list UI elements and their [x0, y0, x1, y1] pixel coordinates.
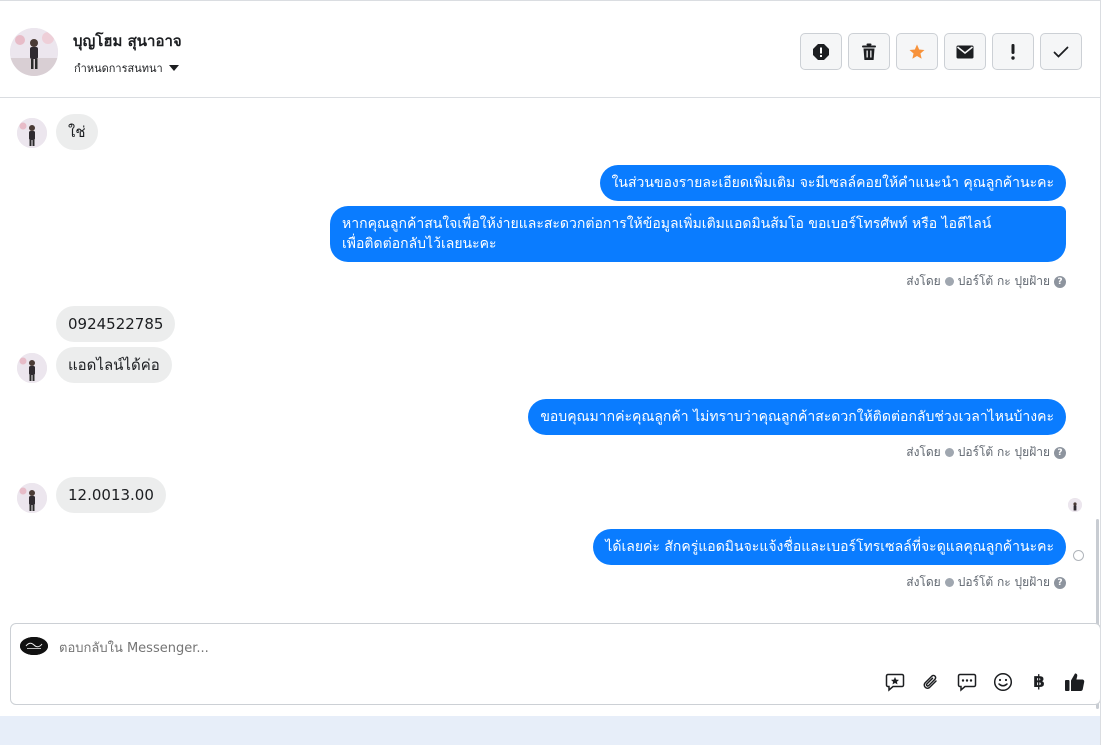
alert-icon: [813, 43, 829, 60]
page-logo-icon: [20, 637, 48, 655]
outgoing-message-line: เพื่อติดต่อกลับไว้เลยนะคะ: [342, 236, 497, 252]
check-icon: [1053, 46, 1069, 58]
saved-reply-icon: [885, 673, 905, 692]
baht-icon: ฿: [1033, 672, 1045, 692]
incoming-message[interactable]: ใช่: [56, 114, 98, 150]
attachment-icon: [923, 674, 937, 689]
trash-icon: [862, 43, 876, 60]
delete-button[interactable]: [848, 33, 890, 70]
outgoing-message[interactable]: ขอบคุณมากค่ะคุณลูกค้า ไม่ทราบว่าคุณลูกค้…: [528, 399, 1066, 435]
sent-by-prefix: ส่งโดย: [906, 445, 941, 459]
quick-replies-button[interactable]: [956, 671, 978, 693]
assign-conversation-dropdown[interactable]: กำหนดการสนทนา: [74, 59, 179, 77]
payment-button[interactable]: ฿: [1028, 671, 1050, 693]
conversation-actions: [800, 33, 1082, 70]
help-icon[interactable]: ?: [1054, 446, 1066, 459]
message-thread[interactable]: ใช่ ในส่วนของรายละเอียดเพิ่มเติม จะมีเซล…: [0, 99, 1100, 709]
star-icon: [909, 44, 925, 59]
contact-name[interactable]: บุญโฮม สุนาอาจ: [73, 29, 182, 53]
incoming-message[interactable]: แอดไลน์ได้ค่อ: [56, 347, 172, 383]
contact-avatar[interactable]: [10, 28, 58, 76]
sent-by-agent[interactable]: ปอร์โต้ กะ ปุยฝ้าย: [958, 272, 1050, 291]
outgoing-message-line: หากคุณลูกค้าสนใจเพื่อให้ง่ายและสะดวกต่อก…: [342, 216, 992, 232]
reply-input[interactable]: [59, 638, 859, 658]
outgoing-message[interactable]: ในส่วนของรายละเอียดเพิ่มเติม จะมีเซลล์คอ…: [599, 165, 1066, 201]
footer-strip: [0, 716, 1101, 745]
mark-unread-button[interactable]: [944, 33, 986, 70]
attach-file-button[interactable]: [920, 671, 942, 693]
sent-by-prefix: ส่งโดย: [906, 274, 941, 288]
seen-indicator-avatar: [1068, 498, 1082, 512]
caret-down-icon: [168, 65, 179, 71]
follow-up-button[interactable]: [992, 33, 1034, 70]
contact-avatar-small: [17, 118, 47, 148]
mark-done-button[interactable]: [1040, 33, 1082, 70]
agent-badge-icon: [944, 448, 954, 457]
contact-avatar-small: [17, 483, 47, 513]
outgoing-message[interactable]: หากคุณลูกค้าสนใจเพื่อให้ง่ายและสะดวกต่อก…: [330, 206, 1066, 262]
sent-by-label: ส่งโดย ปอร์โต้ กะ ปุยฝ้าย ?: [906, 272, 1066, 291]
emoji-icon: [993, 672, 1013, 692]
emoji-button[interactable]: [992, 671, 1014, 693]
composer-tools: ฿: [884, 671, 1086, 693]
agent-badge-icon: [944, 277, 954, 286]
delivered-icon: [1073, 550, 1084, 561]
saved-replies-button[interactable]: [884, 671, 906, 693]
sent-by-label: ส่งโดย ปอร์โต้ กะ ปุยฝ้าย ?: [906, 573, 1066, 592]
sent-by-label: ส่งโดย ปอร์โต้ กะ ปุยฝ้าย ?: [906, 443, 1066, 462]
help-icon[interactable]: ?: [1054, 576, 1066, 589]
send-like-button[interactable]: [1064, 671, 1086, 693]
inbox-conversation: บุญโฮม สุนาอาจ กำหนดการสนทนา ใช่ ในส่วนข…: [0, 0, 1101, 745]
incoming-message[interactable]: 12.0013.00: [56, 477, 166, 513]
mark-spam-button[interactable]: [800, 33, 842, 70]
reply-composer: ฿: [10, 623, 1101, 705]
incoming-message[interactable]: 0924522785: [56, 306, 176, 342]
sent-by-agent[interactable]: ปอร์โต้ กะ ปุยฝ้าย: [958, 573, 1050, 592]
contact-avatar-small: [17, 353, 47, 383]
help-icon[interactable]: ?: [1054, 275, 1066, 288]
sent-by-agent[interactable]: ปอร์โต้ กะ ปุยฝ้าย: [958, 443, 1050, 462]
agent-badge-icon: [944, 578, 954, 587]
envelope-icon: [956, 45, 974, 58]
outgoing-message[interactable]: ได้เลยค่ะ สักครู่แอดมินจะแจ้งชื่อและเบอร…: [593, 529, 1066, 565]
star-button[interactable]: [896, 33, 938, 70]
assign-conversation-label: กำหนดการสนทนา: [74, 62, 163, 75]
exclamation-icon: [1011, 43, 1015, 60]
conversation-header: บุญโฮม สุนาอาจ กำหนดการสนทนา: [0, 0, 1100, 98]
sent-by-prefix: ส่งโดย: [906, 575, 941, 589]
thumbs-up-icon: [1065, 673, 1085, 691]
chat-bubbles-icon: [957, 673, 977, 692]
